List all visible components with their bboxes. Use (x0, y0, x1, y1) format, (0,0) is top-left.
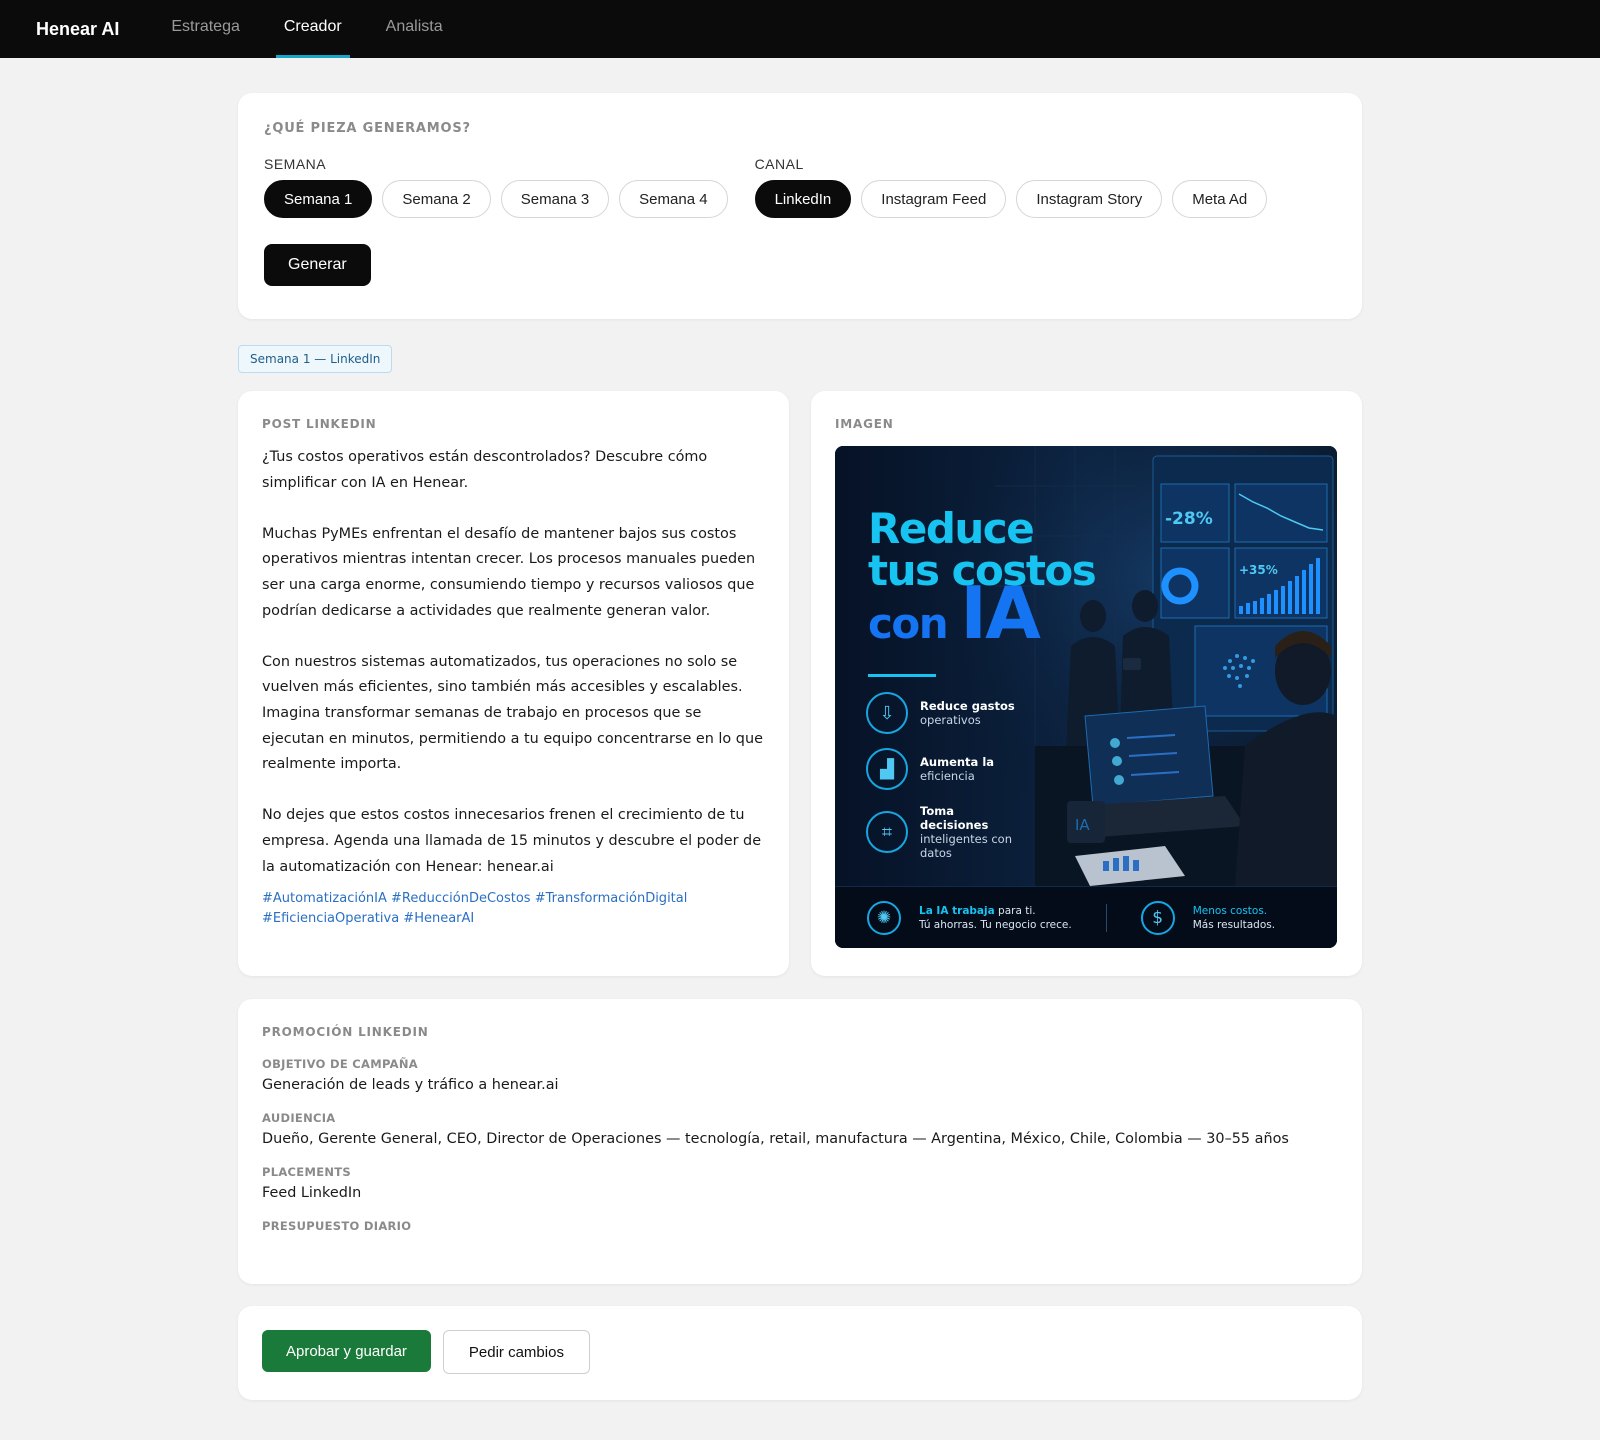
placements-value: Feed LinkedIn (262, 1185, 362, 1201)
footer-left-highlight: La IA trabaja (919, 904, 995, 917)
main-content: ¿QUÉ PIEZA GENERAMOS? SEMANA Semana 1 Se… (238, 58, 1362, 1400)
benefit-2-bold: Aumenta la (920, 755, 995, 769)
brand-logo[interactable]: Henear AI (36, 0, 119, 58)
post-body: ¿Tus costos operativos están descontrola… (262, 445, 765, 880)
hashtags-line[interactable]: #EficienciaOperativa #HenearAI (262, 909, 765, 929)
post-paragraph: No dejes que estos costos innecesarios f… (262, 807, 762, 875)
selectors-row: SEMANA Semana 1 Semana 2 Semana 3 Semana… (264, 156, 1336, 218)
approve-save-button[interactable]: Aprobar y guardar (262, 1330, 431, 1372)
audience-label: AUDIENCIA (262, 1111, 336, 1125)
channel-selector: CANAL LinkedIn Instagram Feed Instagram … (754, 156, 1268, 218)
chip-icon: ⌗ (866, 811, 908, 853)
channel-pill-instagram-story[interactable]: Instagram Story (1016, 180, 1163, 218)
channel-pill-linkedin[interactable]: LinkedIn (754, 180, 852, 218)
channel-label: CANAL (754, 156, 804, 172)
tab-analista[interactable]: Analista (382, 0, 447, 58)
benefit-3-bold: Toma decisiones (920, 804, 989, 832)
benefit-2: ▟ Aumenta la eficiencia (866, 748, 994, 790)
mug-label: IA (1075, 816, 1090, 834)
footer-left-line2: Tú ahorras. Tu negocio crece. (919, 918, 1072, 931)
benefit-3: ⌗ Toma decisiones inteligentes con datos (866, 804, 1020, 860)
objective-label: OBJETIVO DE CAMPAÑA (262, 1057, 418, 1071)
channel-pill-meta-ad[interactable]: Meta Ad (1172, 180, 1268, 218)
post-card: POST LINKEDIN ¿Tus costos operativos est… (238, 391, 789, 976)
week-pill-1[interactable]: Semana 1 (264, 180, 373, 218)
tab-creador[interactable]: Creador (275, 0, 350, 58)
actions-card: Aprobar y guardar Pedir cambios (238, 1306, 1362, 1400)
headline-line-1: Reduce (868, 504, 1035, 553)
footer-right-line2: Más resultados. (1192, 918, 1276, 931)
dashboard-stat-1: -28% (1165, 509, 1213, 529)
footer-divider (1105, 903, 1107, 932)
arrow-down-coin-icon: ⇩ (866, 692, 908, 734)
promotion-title: PROMOCIÓN LINKEDIN (262, 1025, 429, 1039)
image-title: IMAGEN (835, 417, 894, 431)
week-pill-3[interactable]: Semana 3 (500, 180, 610, 218)
week-pill-4[interactable]: Semana 4 (619, 180, 728, 218)
context-tag: Semana 1 — LinkedIn (238, 345, 393, 373)
brain-icon: ✺ (867, 900, 901, 935)
dollar-icon: $ (1140, 900, 1175, 935)
post-hashtags: #AutomatizaciónIA #ReducciónDeCostos #Tr… (262, 889, 765, 928)
results-row: POST LINKEDIN ¿Tus costos operativos est… (238, 391, 1362, 976)
promotion-card: PROMOCIÓN LINKEDIN OBJETIVO DE CAMPAÑA G… (238, 999, 1362, 1284)
benefit-1-text: operativos (920, 713, 981, 727)
footer-right: $ Menos costos. Más resultados. (1140, 900, 1276, 935)
footer-left: ✺ La IA trabaja para ti. Tú ahorras. Tu … (867, 900, 1072, 935)
creative-footer: ✺ La IA trabaja para ti. Tú ahorras. Tu … (835, 886, 1337, 948)
benefit-1-bold: Reduce gastos (920, 699, 1015, 713)
generator-title: ¿QUÉ PIEZA GENERAMOS? (264, 121, 471, 136)
generator-card: ¿QUÉ PIEZA GENERAMOS? SEMANA Semana 1 Se… (238, 93, 1362, 319)
week-label: SEMANA (264, 156, 327, 172)
headline-ia: IA (960, 571, 1041, 655)
benefit-2-text: eficiencia (920, 769, 975, 783)
benefit-1: ⇩ Reduce gastos operativos (866, 692, 1015, 734)
audience-value: Dueño, Gerente General, CEO, Director de… (262, 1131, 1289, 1147)
footer-right-line1: Menos costos. (1192, 904, 1268, 917)
channel-pills: LinkedIn Instagram Feed Instagram Story … (754, 180, 1268, 218)
footer-left-rest: para ti. (998, 904, 1036, 917)
growth-chart-icon: ▟ (866, 748, 908, 790)
week-pills: Semana 1 Semana 2 Semana 3 Semana 4 (264, 180, 728, 218)
headline-con: con (868, 599, 949, 648)
headline-underline (868, 674, 936, 677)
week-pill-2[interactable]: Semana 2 (382, 180, 491, 218)
top-navigation: Henear AI Estratega Creador Analista (0, 0, 1600, 58)
creative-headline: Reduce tus costos con IA (868, 504, 1097, 650)
objective-value: Generación de leads y tráfico a henear.a… (262, 1077, 559, 1093)
request-changes-button[interactable]: Pedir cambios (442, 1330, 590, 1374)
benefit-3-text: inteligentes con datos (920, 832, 1012, 860)
channel-pill-instagram-feed[interactable]: Instagram Feed (861, 180, 1007, 218)
post-title: POST LINKEDIN (262, 417, 377, 431)
generated-image[interactable]: -28% +35% IA Reduce tus costos con IA ⇩ … (835, 446, 1337, 948)
budget-label: PRESUPUESTO DIARIO (262, 1219, 412, 1233)
image-card: IMAGEN -28% +35% IA Reduce tus costos co… (811, 391, 1362, 976)
week-selector: SEMANA Semana 1 Semana 2 Semana 3 Semana… (264, 156, 728, 218)
placements-label: PLACEMENTS (262, 1165, 352, 1179)
post-paragraph: Muchas PyMEs enfrentan el desafío de man… (262, 525, 756, 619)
post-paragraph: Con nuestros sistemas automatizados, tus… (262, 653, 763, 773)
generate-button[interactable]: Generar (264, 244, 371, 286)
tab-estratega[interactable]: Estratega (167, 0, 243, 58)
post-paragraph: ¿Tus costos operativos están descontrola… (262, 449, 708, 491)
dashboard-stat-2: +35% (1239, 563, 1278, 577)
hashtags-line[interactable]: #AutomatizaciónIA #ReducciónDeCostos #Tr… (262, 889, 765, 909)
